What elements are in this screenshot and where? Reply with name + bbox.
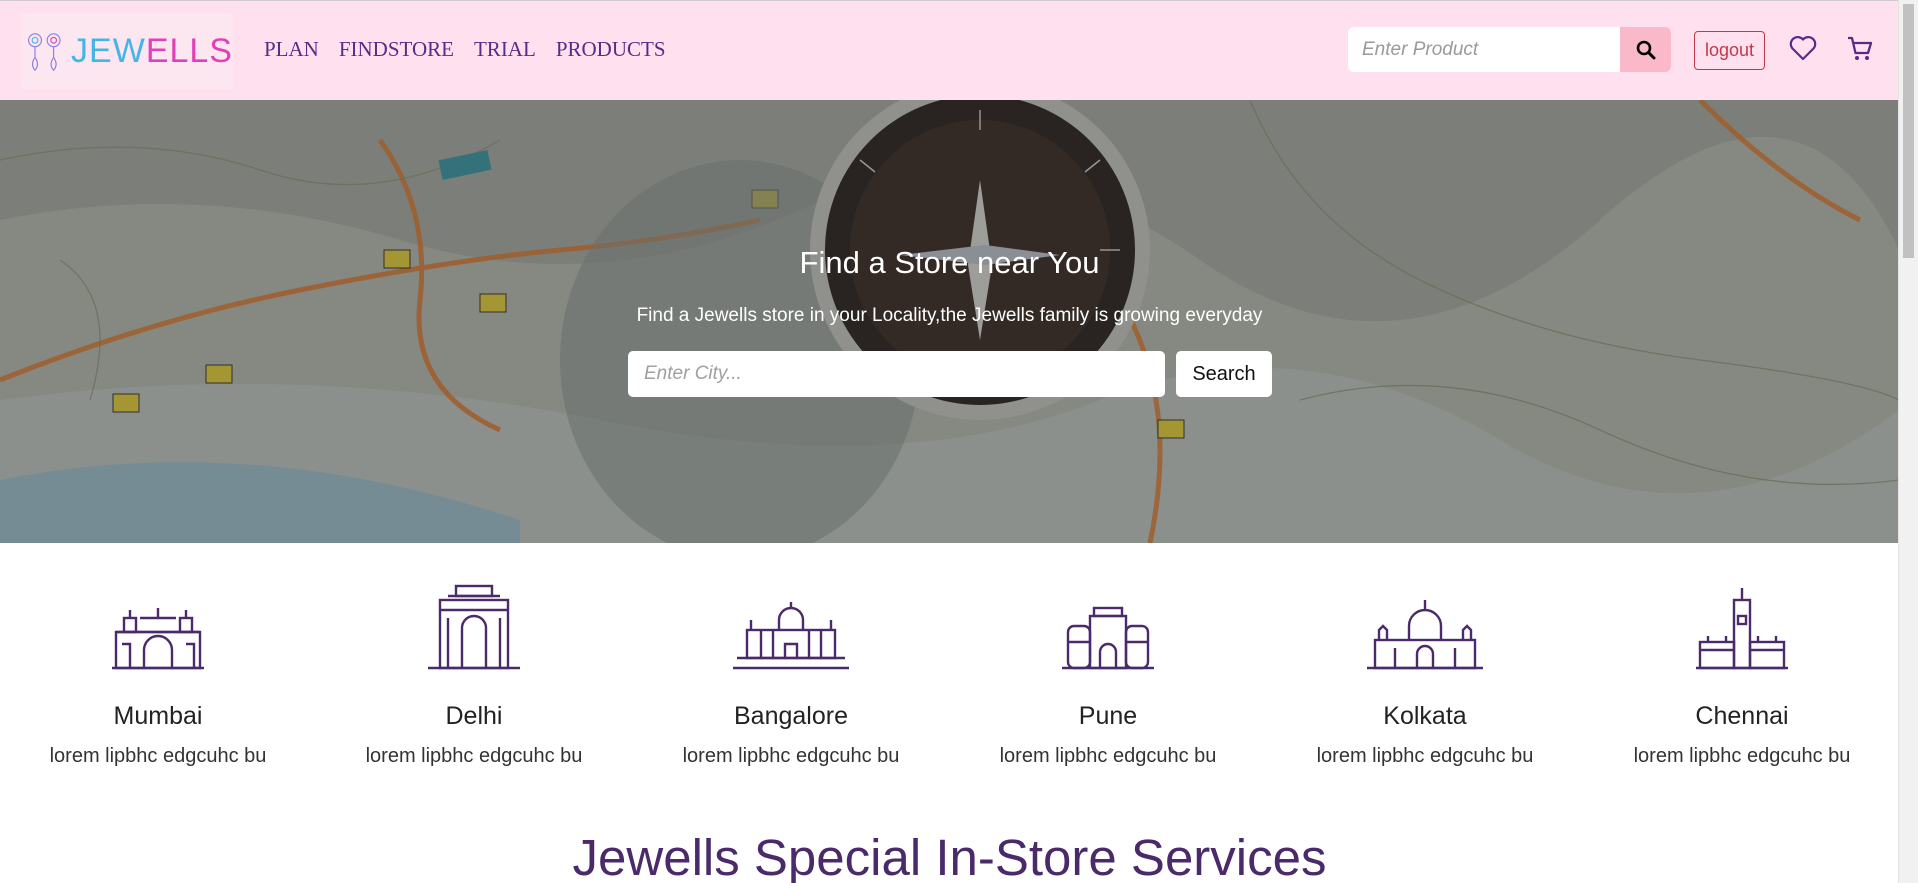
city-description: lorem lipbhc edgcuhc bu xyxy=(49,745,267,767)
city-name: Mumbai xyxy=(113,702,203,730)
nav-trial[interactable]: TRIAL xyxy=(474,37,536,62)
main-nav: PLAN FINDSTORE TRIAL PRODUCTS xyxy=(264,37,666,62)
hero-banner: Find a Store near You Find a Jewells sto… xyxy=(0,100,1899,543)
city-description: lorem lipbhc edgcuhc bu xyxy=(1633,745,1851,767)
city-card-bangalore[interactable]: Bangalore lorem lipbhc edgcuhc bu xyxy=(633,570,949,768)
victoria-memorial-icon xyxy=(1367,600,1483,670)
product-search-button[interactable] xyxy=(1620,27,1671,72)
city-description: lorem lipbhc edgcuhc bu xyxy=(682,745,900,767)
logout-button[interactable]: logout xyxy=(1694,31,1765,70)
wishlist-button[interactable] xyxy=(1789,35,1817,66)
city-name: Chennai xyxy=(1695,702,1789,730)
city-description: lorem lipbhc edgcuhc bu xyxy=(365,745,583,767)
navbar: JEWELLS PLAN FINDSTORE TRIAL PRODUCTS lo… xyxy=(0,0,1899,100)
city-card-kolkata[interactable]: Kolkata lorem lipbhc edgcuhc bu xyxy=(1267,570,1583,768)
city-search-button[interactable]: Search xyxy=(1176,351,1272,397)
cart-icon xyxy=(1848,36,1873,60)
india-gate-icon xyxy=(428,584,520,670)
nav-products[interactable]: PRODUCTS xyxy=(556,37,666,62)
page: JEWELLS PLAN FINDSTORE TRIAL PRODUCTS lo… xyxy=(0,0,1899,883)
city-card-chennai[interactable]: Chennai lorem lipbhc edgcuhc bu xyxy=(1584,570,1899,768)
heart-icon xyxy=(1789,36,1817,61)
city-name: Pune xyxy=(1078,702,1138,730)
earrings-logo-icon xyxy=(28,33,61,72)
hero-title: Find a Store near You xyxy=(799,245,1100,280)
nav-findstore[interactable]: FINDSTORE xyxy=(339,37,454,62)
hero-subtitle: Find a Jewells store in your Locality,th… xyxy=(636,305,1263,326)
brand-name-part-a: JEW xyxy=(71,31,146,70)
page-scrollbar[interactable] xyxy=(1898,0,1918,883)
scrollbar-thumb[interactable] xyxy=(1903,4,1914,258)
vidhana-soudha-icon xyxy=(733,602,849,670)
chennai-central-icon xyxy=(1696,588,1788,670)
city-name: Delhi xyxy=(445,702,503,730)
cart-button[interactable] xyxy=(1846,35,1874,68)
brand-logo[interactable]: JEWELLS xyxy=(21,13,233,89)
city-card-mumbai[interactable]: Mumbai lorem lipbhc edgcuhc bu xyxy=(0,570,316,768)
product-search-input[interactable] xyxy=(1348,27,1620,72)
product-search xyxy=(1348,27,1671,72)
city-card-delhi[interactable]: Delhi lorem lipbhc edgcuhc bu xyxy=(316,570,632,768)
city-name: Bangalore xyxy=(734,702,848,730)
city-description: lorem lipbhc edgcuhc bu xyxy=(1316,745,1534,767)
city-card-pune[interactable]: Pune lorem lipbhc edgcuhc bu xyxy=(950,570,1266,768)
services-section-title: Jewells Special In-Store Services xyxy=(572,829,1327,883)
gateway-of-india-icon xyxy=(112,608,204,670)
city-search-input[interactable] xyxy=(628,351,1165,397)
brand-name-part-b: ELLS xyxy=(145,31,233,70)
city-description: lorem lipbhc edgcuhc bu xyxy=(999,745,1217,767)
brand-name: JEWELLS xyxy=(71,32,233,71)
shaniwar-wada-icon xyxy=(1062,606,1154,670)
search-icon xyxy=(1636,40,1655,59)
city-name: Kolkata xyxy=(1383,702,1467,730)
nav-plan[interactable]: PLAN xyxy=(264,37,319,62)
